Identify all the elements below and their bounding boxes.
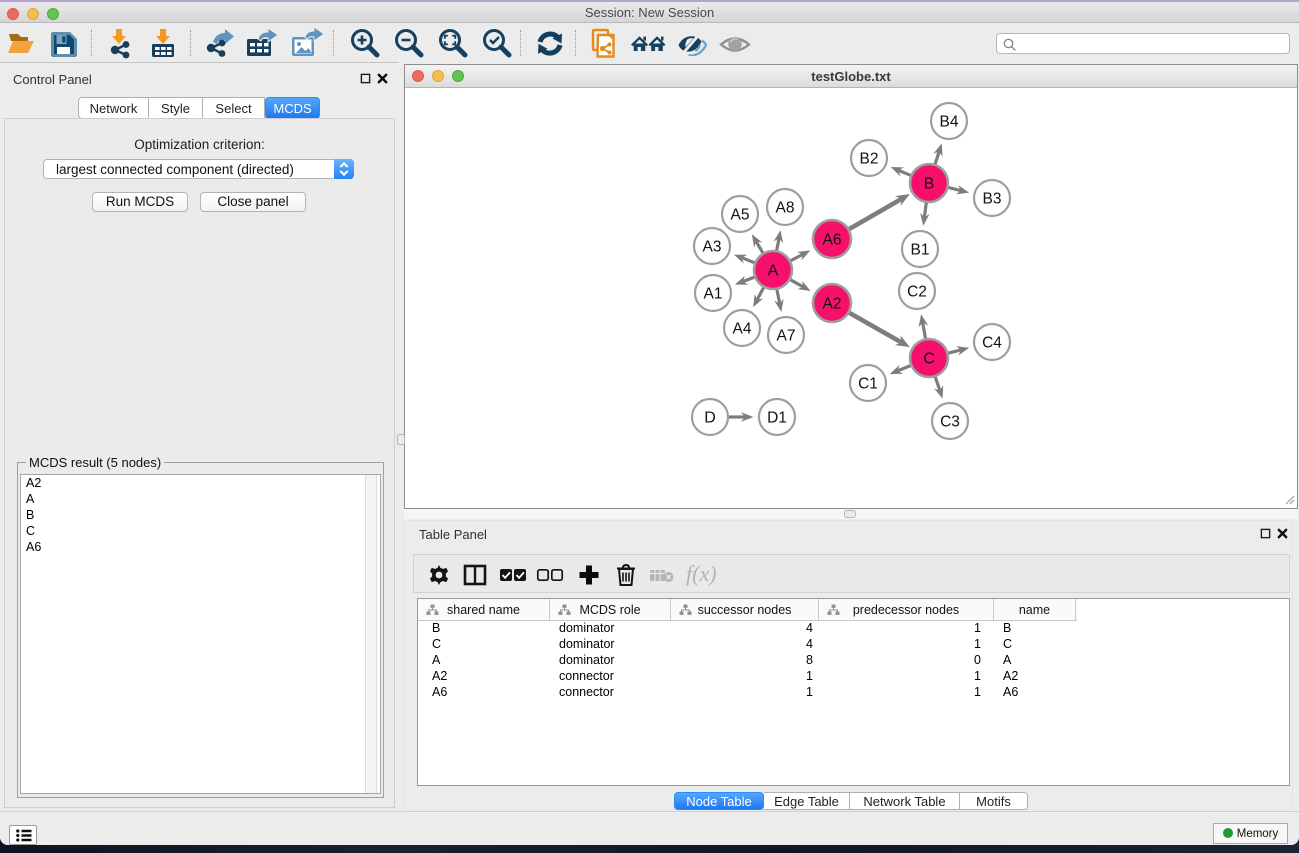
svg-text:C1: C1 — [858, 376, 878, 393]
svg-text:C: C — [923, 351, 935, 368]
svg-text:C2: C2 — [907, 284, 927, 301]
svg-text:B2: B2 — [860, 151, 879, 168]
svg-text:A6: A6 — [823, 232, 842, 249]
svg-text:A5: A5 — [731, 207, 750, 224]
svg-text:A2: A2 — [823, 296, 842, 313]
svg-text:A7: A7 — [777, 328, 796, 345]
svg-text:A8: A8 — [776, 200, 795, 217]
svg-text:B3: B3 — [983, 191, 1002, 208]
svg-text:B1: B1 — [911, 242, 930, 259]
svg-text:A: A — [768, 263, 779, 280]
svg-text:C3: C3 — [940, 414, 960, 431]
svg-text:A4: A4 — [733, 321, 752, 338]
svg-text:C4: C4 — [982, 335, 1002, 352]
svg-text:B: B — [924, 176, 935, 193]
svg-text:A3: A3 — [703, 239, 722, 256]
svg-text:A1: A1 — [704, 286, 723, 303]
svg-text:D1: D1 — [767, 410, 787, 427]
svg-text:D: D — [704, 410, 716, 427]
svg-text:B4: B4 — [940, 114, 959, 131]
